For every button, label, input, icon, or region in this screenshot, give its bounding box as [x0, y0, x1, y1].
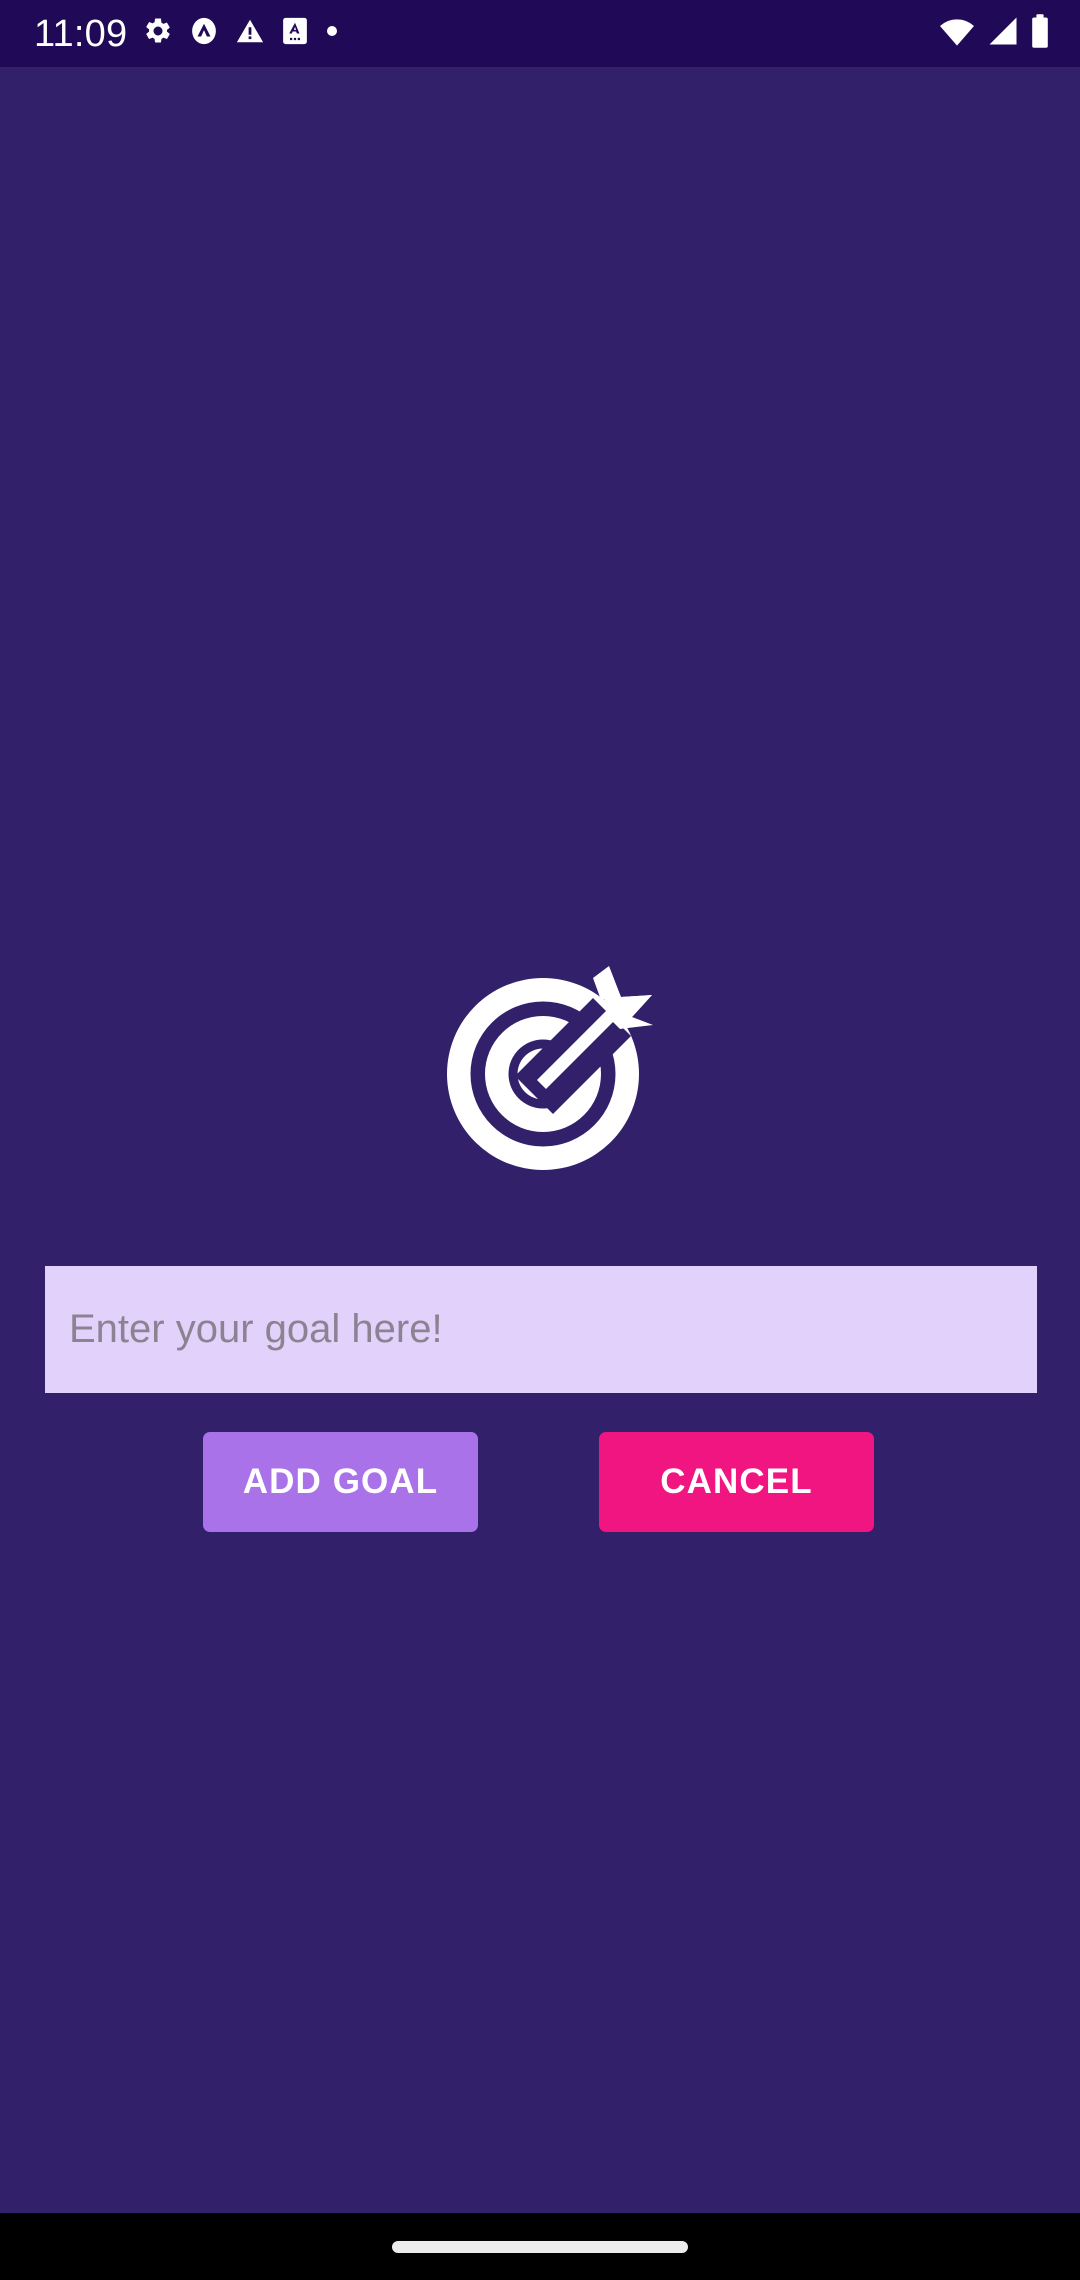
battery-icon — [1030, 13, 1050, 54]
status-bar-right-group — [938, 13, 1050, 54]
cancel-button[interactable]: CANCEL — [599, 1432, 874, 1532]
goal-input[interactable] — [45, 1266, 1037, 1393]
system-navigation-bar — [0, 2213, 1080, 2280]
screenshot-a-icon — [281, 16, 309, 51]
app-screen: 11:09 Enter your goal here! ADD GOAL CAN… — [0, 0, 1080, 2280]
status-bar-left-group: 11:09 — [34, 15, 339, 53]
dialog-button-row: ADD GOAL CANCEL — [0, 1432, 1080, 1532]
target-bullseye-arrow-icon — [425, 956, 661, 1192]
main-content: ADD GOAL CANCEL — [0, 67, 1080, 2213]
cellular-signal-icon — [985, 14, 1021, 53]
add-goal-button[interactable]: ADD GOAL — [203, 1432, 478, 1532]
warning-triangle-icon — [235, 16, 265, 51]
status-bar: 11:09 — [0, 0, 1080, 67]
vpn-circle-icon — [189, 16, 219, 51]
dot-icon — [325, 24, 339, 43]
wifi-icon — [938, 14, 976, 53]
home-indicator[interactable] — [392, 2240, 688, 2253]
status-bar-clock: 11:09 — [34, 12, 128, 55]
gear-icon — [143, 16, 173, 51]
